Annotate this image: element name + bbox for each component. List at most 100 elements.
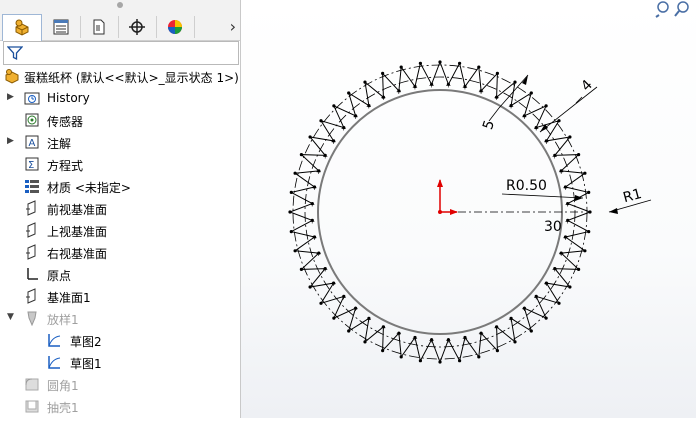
sketch-vertex[interactable] — [513, 80, 517, 84]
sketch-vertex[interactable] — [438, 360, 442, 364]
sketch-vertex[interactable] — [332, 316, 336, 320]
relation-glyph: + — [521, 113, 527, 121]
sketch-vertex[interactable] — [381, 349, 385, 353]
part-icon — [5, 69, 19, 84]
sketch-vertex[interactable] — [557, 301, 561, 305]
panel-drag-handle[interactable] — [117, 2, 123, 8]
sketch-vertex[interactable] — [319, 301, 323, 305]
relation-glyph: + — [508, 315, 514, 323]
expand-toggle[interactable]: ▼ — [7, 312, 14, 322]
dimension-30-text[interactable]: 30 — [544, 219, 562, 235]
sketch-vertex[interactable] — [288, 210, 292, 214]
sketch-vertex[interactable] — [418, 359, 422, 363]
tree-filter-box[interactable] — [3, 41, 239, 65]
origin-marker[interactable] — [437, 179, 458, 215]
sketch-vertex[interactable] — [418, 61, 422, 65]
tree-item[interactable]: 抽壳1 — [0, 396, 240, 416]
sketch-vertex[interactable] — [583, 249, 587, 253]
tree-item-label: 圆角1 — [47, 379, 79, 393]
zoom-to-fit-icon[interactable] — [655, 1, 669, 18]
sketch-vertex[interactable] — [363, 80, 367, 84]
sketch-vertex[interactable] — [289, 190, 293, 194]
tree-item[interactable]: 上视基准面 — [0, 220, 240, 240]
sketch-vertex[interactable] — [477, 355, 481, 359]
sketch-vertex[interactable] — [557, 119, 561, 123]
sketch-vertex[interactable] — [381, 71, 385, 75]
sketch-vertex[interactable] — [332, 104, 336, 108]
zoom-area-icon[interactable] — [674, 1, 689, 17]
tree-item[interactable]: ▶ A 注解 — [0, 132, 240, 152]
sketch-vertex[interactable] — [438, 60, 442, 64]
tree-root-label: 蛋糕纸杯 (默认<<默认>_显示状态 1>) — [24, 71, 239, 85]
sketch-vertex[interactable] — [568, 285, 572, 289]
sketch-vertex[interactable] — [293, 171, 297, 175]
sketch-vertex[interactable] — [399, 65, 403, 69]
property-manager-tab[interactable] — [42, 16, 81, 38]
sketch-vertex[interactable] — [347, 329, 351, 333]
sketch-vertex[interactable] — [529, 91, 533, 95]
filter-icon[interactable] — [7, 45, 23, 61]
tree-item[interactable]: 基准面1 — [0, 286, 240, 306]
sketch-vertex[interactable] — [289, 230, 293, 234]
tree-item[interactable]: ▶ History — [0, 88, 240, 108]
shell-icon — [25, 400, 39, 413]
tree-item[interactable]: 材质 <未指定> — [0, 176, 240, 196]
sketch-vertex[interactable] — [544, 104, 548, 108]
tree-item[interactable]: 草图2 — [0, 330, 240, 350]
sketch-vertex[interactable] — [583, 171, 587, 175]
material-icon — [25, 180, 39, 193]
sketch-vertex[interactable] — [544, 316, 548, 320]
relation-glyph: + — [312, 234, 318, 242]
more-tabs-arrow[interactable]: › — [230, 17, 236, 36]
tree-item[interactable]: 传感器 — [0, 110, 240, 130]
sketch-vertex[interactable] — [577, 267, 581, 271]
sketch-vertex[interactable] — [477, 65, 481, 69]
sketch-vertex[interactable] — [308, 285, 312, 289]
sketch-vertex[interactable] — [587, 230, 591, 234]
relation-glyph: + — [366, 315, 372, 323]
view-toolbar — [654, 0, 694, 21]
graphics-area[interactable]: + + + + + + + + + + + + + + + + + + + + + + + + + + + + + + + + + + + + + + + +… — [241, 0, 696, 418]
plane-icon — [26, 200, 36, 216]
dimxpert-tab[interactable] — [118, 16, 157, 38]
relation-glyph: + — [462, 335, 468, 343]
sketch-vertex[interactable] — [568, 135, 572, 139]
sketch-vertex[interactable] — [577, 153, 581, 157]
sketch-vertex[interactable] — [299, 267, 303, 271]
sketch-vertex[interactable] — [299, 153, 303, 157]
tree-item-label: 原点 — [47, 269, 72, 283]
sketch-vertex[interactable] — [399, 355, 403, 359]
tree-item[interactable]: 草图1 — [0, 352, 240, 372]
configuration-manager-tab[interactable] — [80, 16, 119, 38]
tree-item-label: 右视基准面 — [47, 247, 108, 261]
sketch-vertex[interactable] — [308, 135, 312, 139]
tree-item[interactable]: Σ 方程式 — [0, 154, 240, 174]
dimension-r1[interactable]: R1 — [608, 186, 652, 214]
sketch-vertex[interactable] — [495, 71, 499, 75]
sketch-vertex[interactable] — [319, 119, 323, 123]
tree-item[interactable]: 圆角1 — [0, 374, 240, 394]
sketch-vertex[interactable] — [529, 329, 533, 333]
relation-glyph: + — [341, 125, 347, 133]
sketch-vertex[interactable] — [458, 359, 462, 363]
tree-root-part[interactable]: 蛋糕纸杯 (默认<<默认>_显示状态 1>) — [0, 66, 240, 86]
sketch-vertex[interactable] — [513, 340, 517, 344]
sketch-vertex[interactable] — [363, 340, 367, 344]
tree-item[interactable]: ▼ 放样1 — [0, 308, 240, 328]
sketch-vertex[interactable] — [495, 349, 499, 353]
sketch-canvas[interactable]: +++++++++++++++++++++++++++++++++++ + + +++… — [241, 0, 696, 418]
relation-glyph: + — [533, 125, 539, 133]
tree-item[interactable]: 前视基准面 — [0, 198, 240, 218]
sketch-vertex[interactable] — [347, 91, 351, 95]
sketch-vertex[interactable] — [458, 61, 462, 65]
display-manager-tab[interactable] — [156, 16, 195, 38]
dimension-r050[interactable]: R0.50 — [501, 178, 584, 201]
expand-toggle[interactable]: ▶ — [7, 136, 14, 146]
sketch-vertex[interactable] — [587, 190, 591, 194]
sketch-vertex[interactable] — [588, 210, 592, 214]
feature-manager-tab[interactable] — [2, 14, 42, 41]
expand-toggle[interactable]: ▶ — [7, 92, 14, 102]
sketch-vertex[interactable] — [293, 249, 297, 253]
tree-item[interactable]: 原点 — [0, 264, 240, 284]
tree-item[interactable]: 右视基准面 — [0, 242, 240, 262]
